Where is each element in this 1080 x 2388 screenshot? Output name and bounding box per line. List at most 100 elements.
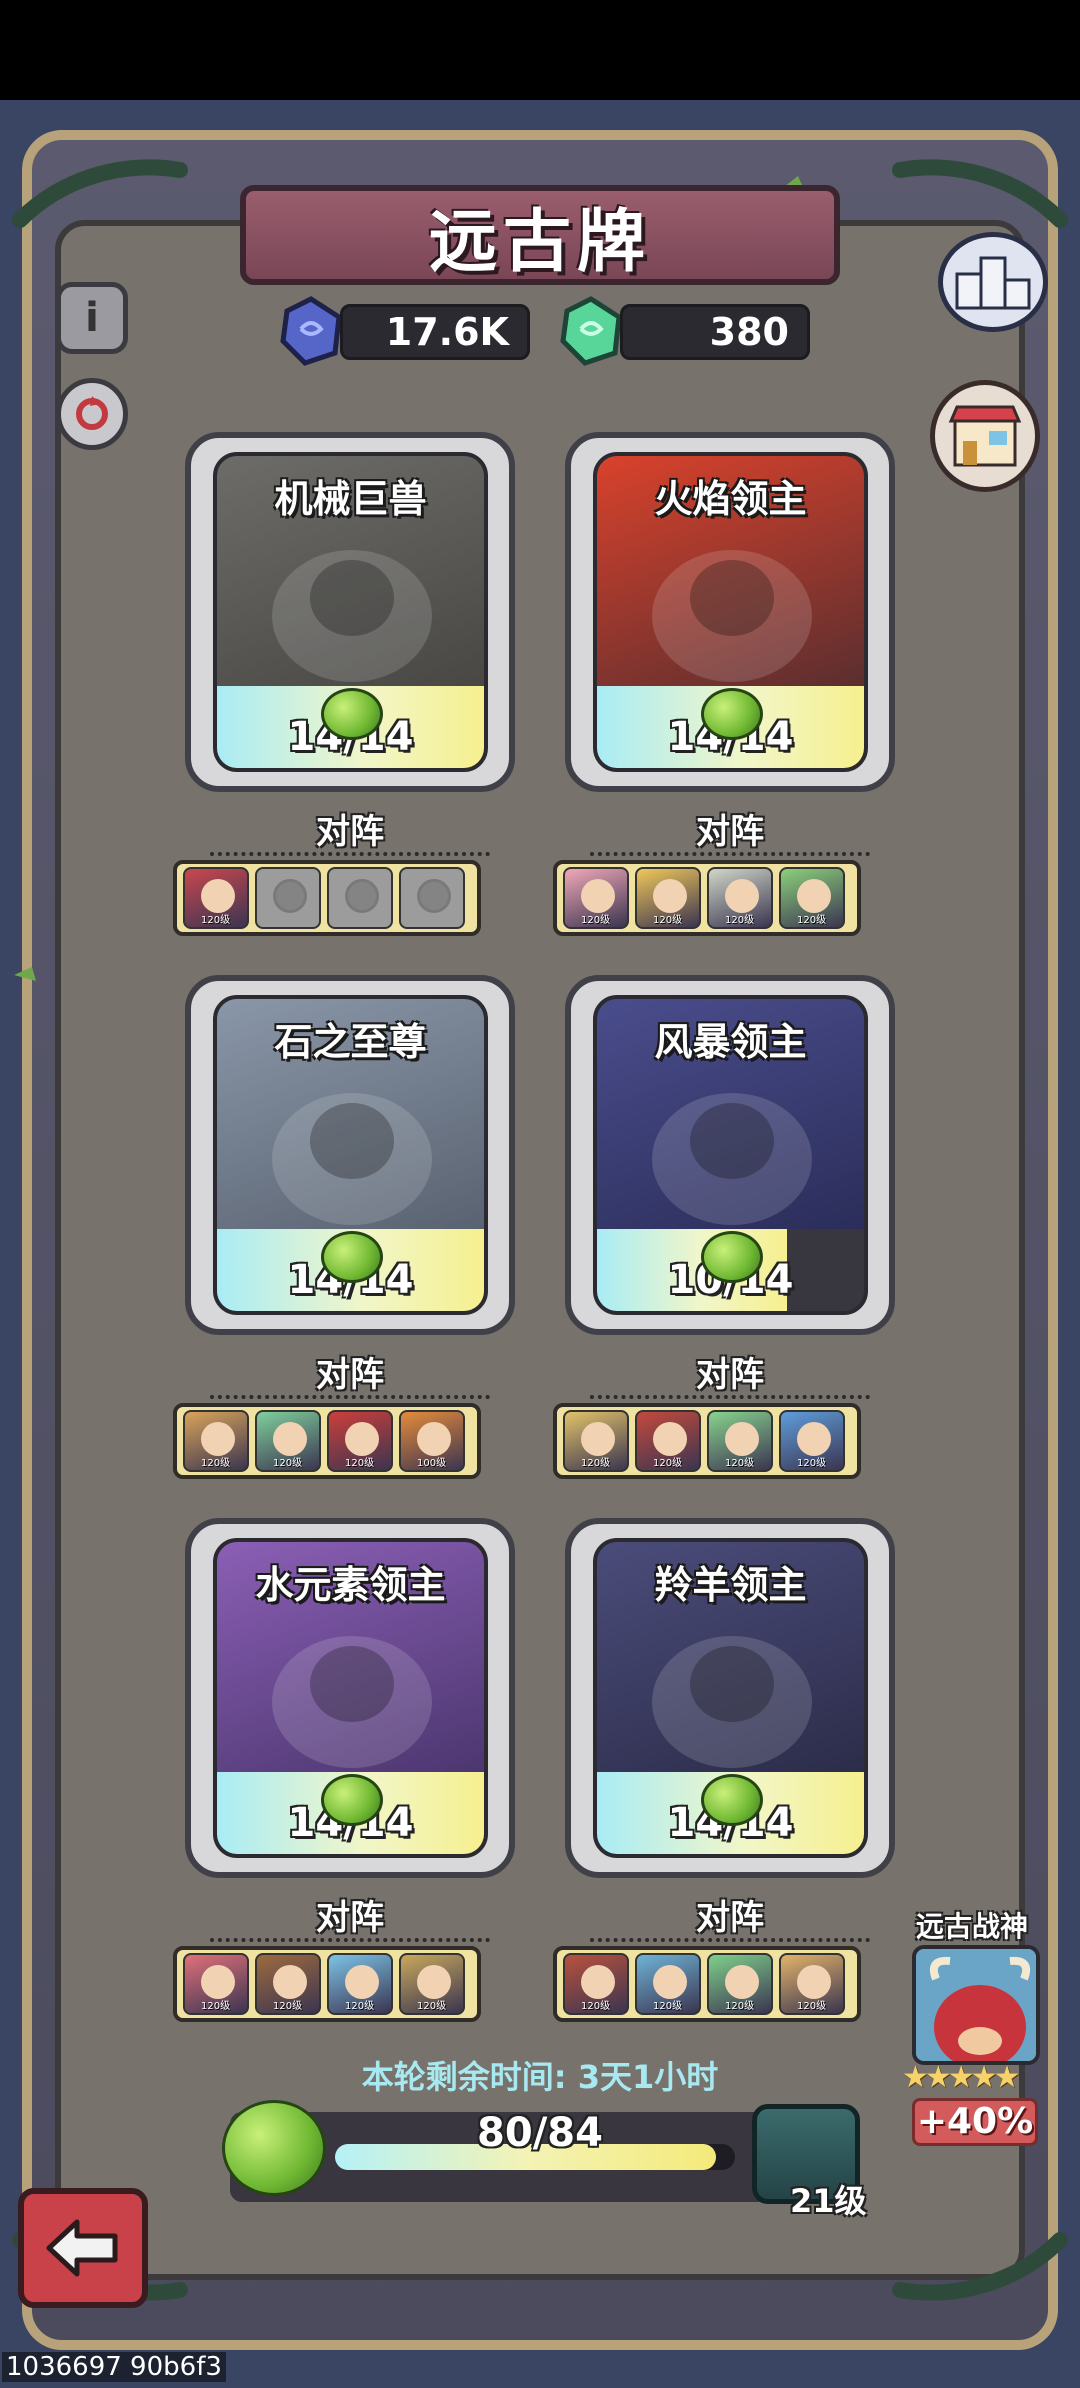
title-banner: 远古牌	[240, 185, 840, 285]
lineup-label: 对阵	[696, 1898, 764, 1938]
hero-level: 120级	[653, 2001, 683, 2012]
hero-portrait[interactable]: 120级	[707, 867, 773, 929]
refresh-icon	[76, 396, 108, 430]
lineup-label: 对阵	[316, 1898, 384, 1938]
boss-name: 机械巨兽	[274, 477, 427, 521]
boss-name: 风暴领主	[654, 1020, 807, 1064]
bean-icon	[701, 1774, 763, 1826]
hero-level: 120级	[653, 1458, 683, 1469]
status-bar-area	[0, 0, 1080, 100]
hero-level: 120级	[273, 2001, 303, 2012]
hero-level: 120级	[797, 915, 827, 926]
hero-level: 120级	[581, 1458, 611, 1469]
bean-icon	[321, 1774, 383, 1826]
hero-portrait[interactable]: 100级	[399, 1410, 465, 1472]
boss-card[interactable]: 水元素领主 14/14	[185, 1518, 515, 1878]
boss-name: 石之至尊	[274, 1020, 427, 1064]
hero-level: 120级	[797, 1458, 827, 1469]
blue-stone-count: 17.6K	[340, 304, 530, 360]
bean-icon	[321, 1231, 383, 1283]
hero-level: 120级	[201, 2001, 231, 2012]
bean-icon	[701, 688, 763, 740]
hero-level: 120级	[725, 915, 755, 926]
hero-level: 120级	[725, 2001, 755, 2012]
boss-name: 羚羊领主	[654, 1563, 807, 1607]
green-stone-count: 380	[620, 304, 810, 360]
hero-level: 120级	[273, 1458, 303, 1469]
ranking-button[interactable]	[938, 232, 1048, 332]
hero-portrait[interactable]: 120级	[707, 1953, 773, 2015]
hero-level: 100级	[417, 1458, 447, 1469]
podium-icon	[955, 256, 1031, 310]
blue-stone-icon	[275, 295, 347, 371]
back-arrow-icon	[46, 2219, 118, 2277]
shop-button[interactable]	[930, 380, 1040, 492]
lineup-row: 120级	[173, 860, 481, 936]
hero-portrait[interactable]: 120级	[327, 1953, 393, 2015]
hero-portrait[interactable]: 120级	[635, 1953, 701, 2015]
empty-hero-slot[interactable]	[255, 867, 321, 929]
empty-hero-slot[interactable]	[399, 867, 465, 929]
hero-level: 120级	[581, 915, 611, 926]
hero-portrait[interactable]: 120级	[635, 867, 701, 929]
boss-card[interactable]: 羚羊领主 14/14	[565, 1518, 895, 1878]
divider	[590, 852, 870, 856]
empty-hero-slot[interactable]	[327, 867, 393, 929]
lineup-label: 对阵	[696, 812, 764, 852]
divider	[210, 1938, 490, 1942]
bean-icon	[701, 1231, 763, 1283]
boss-card[interactable]: 石之至尊 14/14	[185, 975, 515, 1335]
lineup-row: 120级 120级 120级 120级	[553, 1403, 861, 1479]
info-button[interactable]: i	[56, 282, 128, 354]
ancient-god-stars: ★★★★★	[902, 2060, 1021, 2095]
hero-level: 120级	[417, 2001, 447, 2012]
divider	[590, 1938, 870, 1942]
build-id: 1036697 90b6f3	[2, 2352, 226, 2382]
ancient-god-label: 远古战神	[916, 1910, 1029, 1943]
lineup-label: 对阵	[316, 812, 384, 852]
boss-name: 水元素领主	[255, 1563, 446, 1607]
page-title: 远古牌	[428, 202, 651, 282]
lineup-row: 120级 120级 120级 120级	[173, 1946, 481, 2022]
hero-portrait[interactable]: 120级	[255, 1410, 321, 1472]
back-button[interactable]	[18, 2188, 148, 2308]
lineup-row: 120级 120级 120级 100级	[173, 1403, 481, 1479]
hero-portrait[interactable]: 120级	[635, 1410, 701, 1472]
hero-portrait[interactable]: 120级	[183, 1953, 249, 2015]
boss-name: 火焰领主	[654, 477, 807, 521]
refresh-button[interactable]	[56, 378, 128, 450]
ancient-god-portrait[interactable]	[912, 1945, 1040, 2065]
lineup-row: 120级 120级 120级 120级	[553, 1946, 861, 2022]
hero-portrait[interactable]: 120级	[707, 1410, 773, 1472]
hero-portrait[interactable]: 120级	[563, 1410, 629, 1472]
reward-level: 21级	[790, 2182, 867, 2220]
hero-portrait[interactable]: 120级	[183, 1410, 249, 1472]
boss-card[interactable]: 火焰领主 14/14	[565, 432, 895, 792]
hero-portrait[interactable]: 120级	[779, 867, 845, 929]
hero-level: 120级	[201, 915, 231, 926]
shop-icon	[948, 405, 1022, 467]
divider	[210, 852, 490, 856]
lineup-label: 对阵	[696, 1355, 764, 1395]
hero-level: 120级	[345, 1458, 375, 1469]
hero-level: 120级	[581, 2001, 611, 2012]
hero-level: 120级	[797, 2001, 827, 2012]
hero-portrait[interactable]: 120级	[563, 867, 629, 929]
hero-level: 120级	[345, 2001, 375, 2012]
hero-portrait[interactable]: 120级	[255, 1953, 321, 2015]
progress-text: 80/84	[477, 2110, 603, 2156]
lineup-row: 120级 120级 120级 120级	[553, 860, 861, 936]
divider	[590, 1395, 870, 1399]
boss-card[interactable]: 风暴领主 10/14	[565, 975, 895, 1335]
hero-portrait[interactable]: 120级	[183, 867, 249, 929]
hero-portrait[interactable]: 120级	[779, 1953, 845, 2015]
bean-icon	[321, 688, 383, 740]
hero-portrait[interactable]: 120级	[327, 1410, 393, 1472]
hero-portrait[interactable]: 120级	[779, 1410, 845, 1472]
ancient-god-bonus: +40%	[912, 2098, 1038, 2146]
bean-icon	[222, 2100, 326, 2196]
hero-portrait[interactable]: 120级	[563, 1953, 629, 2015]
hero-portrait[interactable]: 120级	[399, 1953, 465, 2015]
hero-level: 120级	[201, 1458, 231, 1469]
boss-card[interactable]: 机械巨兽 14/14	[185, 432, 515, 792]
